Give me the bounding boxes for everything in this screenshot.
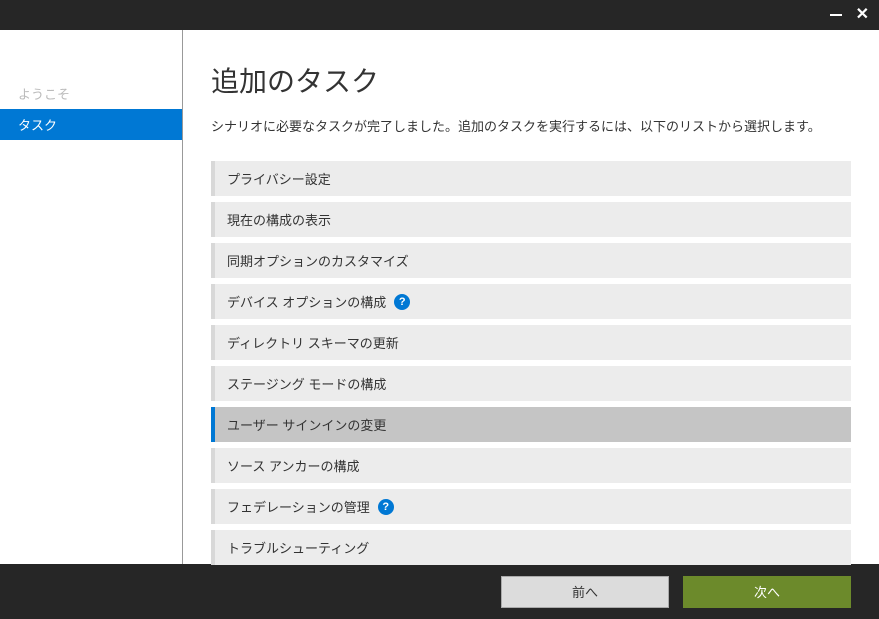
task-item-7[interactable]: ソース アンカーの構成 bbox=[211, 448, 851, 483]
task-item-9[interactable]: トラブルシューティング bbox=[211, 530, 851, 565]
task-item-label: フェデレーションの管理 bbox=[227, 497, 370, 516]
task-item-label: ソース アンカーの構成 bbox=[227, 456, 359, 475]
sidebar-item-1[interactable]: タスク bbox=[0, 109, 182, 140]
task-item-label: ユーザー サインインの変更 bbox=[227, 415, 386, 434]
task-item-label: プライバシー設定 bbox=[227, 169, 331, 188]
task-item-8[interactable]: フェデレーションの管理? bbox=[211, 489, 851, 524]
help-icon[interactable]: ? bbox=[378, 499, 394, 515]
content: 追加のタスク シナリオに必要なタスクが完了しました。追加のタスクを実行するには、… bbox=[183, 30, 879, 564]
back-button[interactable]: 前へ bbox=[501, 576, 669, 608]
main-container: ようこそタスク 追加のタスク シナリオに必要なタスクが完了しました。追加のタスク… bbox=[0, 30, 879, 564]
task-item-label: デバイス オプションの構成 bbox=[227, 292, 386, 311]
next-button[interactable]: 次へ bbox=[683, 576, 851, 608]
task-item-label: トラブルシューティング bbox=[227, 538, 369, 557]
sidebar: ようこそタスク bbox=[0, 30, 183, 564]
task-item-label: 同期オプションのカスタマイズ bbox=[227, 251, 409, 270]
minimize-icon bbox=[830, 14, 842, 16]
task-list: プライバシー設定現在の構成の表示同期オプションのカスタマイズデバイス オプション… bbox=[211, 161, 851, 565]
sidebar-item-0[interactable]: ようこそ bbox=[0, 78, 182, 109]
task-item-label: ステージング モードの構成 bbox=[227, 374, 386, 393]
footer: 前へ 次へ bbox=[0, 564, 879, 619]
titlebar: ✕ bbox=[0, 0, 879, 30]
task-item-1[interactable]: 現在の構成の表示 bbox=[211, 202, 851, 237]
page-description: シナリオに必要なタスクが完了しました。追加のタスクを実行するには、以下のリストか… bbox=[211, 116, 851, 135]
close-button[interactable]: ✕ bbox=[856, 7, 869, 23]
task-item-0[interactable]: プライバシー設定 bbox=[211, 161, 851, 196]
task-item-3[interactable]: デバイス オプションの構成? bbox=[211, 284, 851, 319]
minimize-button[interactable] bbox=[830, 7, 842, 23]
task-item-label: 現在の構成の表示 bbox=[227, 210, 331, 229]
task-item-6[interactable]: ユーザー サインインの変更 bbox=[211, 407, 851, 442]
help-icon[interactable]: ? bbox=[394, 294, 410, 310]
task-item-5[interactable]: ステージング モードの構成 bbox=[211, 366, 851, 401]
task-item-label: ディレクトリ スキーマの更新 bbox=[227, 333, 399, 352]
task-item-4[interactable]: ディレクトリ スキーマの更新 bbox=[211, 325, 851, 360]
task-item-2[interactable]: 同期オプションのカスタマイズ bbox=[211, 243, 851, 278]
page-title: 追加のタスク bbox=[211, 60, 851, 100]
